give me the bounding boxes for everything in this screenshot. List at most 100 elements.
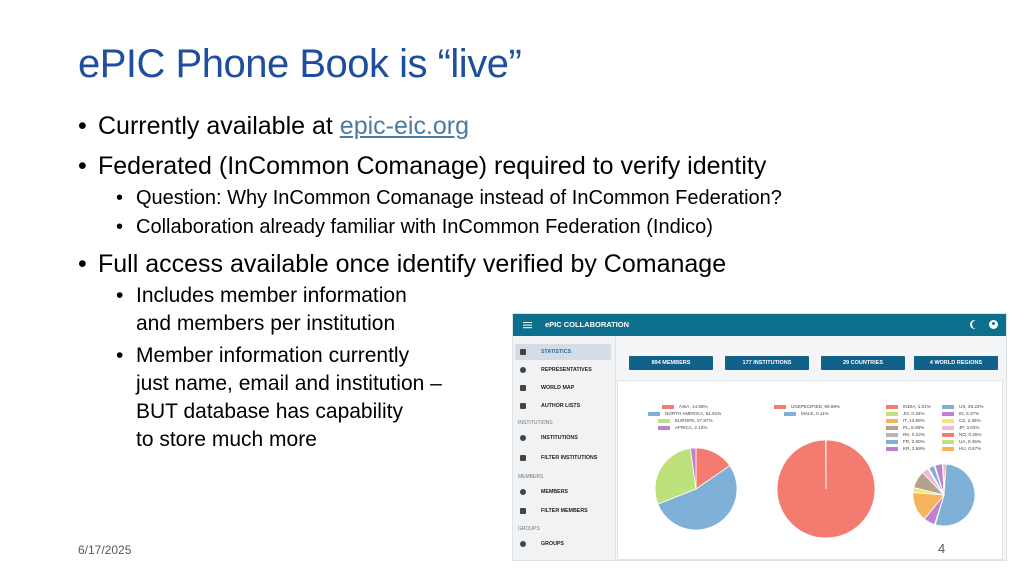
swatch [942, 446, 954, 451]
sidebar-item-institutions[interactable]: INSTITUTIONS [515, 430, 611, 446]
legend-label: IN, 5.37% [959, 411, 980, 416]
legend-entry: JO, 0.34% [886, 410, 931, 417]
legend-label: HU, 0.67% [959, 446, 982, 451]
sidebar-item-filter-institutions[interactable]: FILTER INSTITUTIONS [515, 450, 611, 466]
swatch [886, 418, 898, 423]
dark-mode-icon[interactable] [972, 320, 981, 329]
sidebar-item-statistics[interactable]: STATISTICS [515, 344, 611, 360]
legend-entry: RK, 0.22% [886, 431, 931, 438]
bullet-federated: Federated (InCommon Comanage) required t… [78, 148, 978, 184]
swatch [662, 404, 674, 409]
legend-label: AFRICA, 2.13% [675, 425, 708, 430]
list-icon [520, 403, 526, 409]
legend-entry: MALE, 0.11% [774, 410, 840, 417]
slide-date: 6/17/2025 [78, 543, 132, 557]
legend-label: INDIA, 1.01% [903, 404, 931, 409]
app-title: ePIC COLLABORATION [545, 320, 630, 329]
legend-entry: NO, 0.45% [942, 431, 984, 438]
legend-gender: UNSPECIFIED, 99.89% MALE, 0.11% [774, 403, 840, 417]
swatch [886, 411, 898, 416]
filter-list-icon [520, 508, 526, 514]
sidebar-section-institutions: INSTITUTIONS [518, 420, 553, 426]
legend-entry: NORTH AMERICA, 51.91% [648, 410, 721, 417]
bullet-text: Currently available at [98, 112, 340, 140]
sub-bullet-indico: Collaboration already familiar with InCo… [78, 213, 978, 242]
globe-icon [520, 435, 526, 441]
swatch [886, 404, 898, 409]
line: Includes member information [136, 284, 407, 307]
swatch [942, 411, 954, 416]
stat-card-countries[interactable]: 29 COUNTRIES [821, 356, 905, 370]
statistics-panel: ASIA, 14.88% NORTH AMERICA, 51.91% EUROP… [617, 380, 1003, 560]
legend-entry: UNSPECIFIED, 99.89% [774, 403, 840, 410]
stat-card-regions[interactable]: 4 WORLD REGIONS [914, 356, 998, 370]
legend-entry: KR, 3.58% [886, 445, 931, 452]
sub-bullet-question: Question: Why InCommon Comanage instead … [78, 184, 978, 213]
legend-entry: FR, 2.60% [886, 438, 931, 445]
sidebar-item-groups[interactable]: GROUPS [515, 536, 611, 552]
legend-entry: UA, 0.45% [942, 438, 984, 445]
swatch [784, 411, 796, 416]
stat-card-members[interactable]: 894 MEMBERS [629, 356, 713, 370]
legend-countries-col1: INDIA, 1.01% JO, 0.34% IT, 13.88% PL, 8.… [886, 403, 931, 452]
bullet-availability: Currently available at epic-eic.org [78, 108, 978, 144]
sidebar-item-label: FILTER INSTITUTIONS [541, 455, 598, 461]
legend-entry: INDIA, 1.01% [886, 403, 931, 410]
swatch [658, 425, 670, 430]
legend-entry: IN, 5.37% [942, 410, 984, 417]
sidebar-item-label: MEMBERS [541, 489, 569, 495]
sidebar-item-world-map[interactable]: WORLD MAP [515, 380, 611, 396]
pie-chart-regions [654, 447, 738, 531]
app-topbar: ePIC COLLABORATION [513, 314, 1006, 336]
legend-label: JO, 0.34% [903, 411, 925, 416]
legend-label: FR, 2.60% [903, 439, 925, 444]
swatch [942, 425, 954, 430]
chart-icon [520, 349, 526, 355]
sidebar-item-filter-members[interactable]: FILTER MEMBERS [515, 503, 611, 519]
sidebar-item-label: REPRESENTATIVES [541, 367, 592, 373]
legend-entry: EUROPE, 27.87% [648, 417, 721, 424]
account-icon[interactable] [989, 320, 998, 329]
sidebar-section-groups: GROUPS [518, 526, 540, 532]
legend-label: ASIA, 14.88% [679, 404, 708, 409]
people-icon [520, 541, 526, 547]
legend-label: MALE, 0.11% [801, 411, 829, 416]
swatch [942, 404, 954, 409]
slide-title: ePIC Phone Book is “live” [78, 42, 522, 86]
legend-label: KR, 3.58% [903, 446, 925, 451]
sidebar-item-members[interactable]: MEMBERS [515, 484, 611, 500]
legend-entry: IT, 13.88% [886, 417, 931, 424]
legend-entry: PL, 8.08% [886, 424, 931, 431]
epic-eic-link[interactable]: epic-eic.org [340, 112, 469, 140]
legend-label: US, 48.22% [959, 404, 984, 409]
slide-page-number: 4 [938, 541, 946, 556]
legend-label: UA, 0.45% [959, 439, 981, 444]
stat-cards: 894 MEMBERS 177 INSTITUTIONS 29 COUNTRIE… [629, 356, 999, 372]
legend-label: CZ, 2.35% [959, 418, 981, 423]
legend-label: JP, 3.02% [959, 425, 980, 430]
stat-card-institutions[interactable]: 177 INSTITUTIONS [725, 356, 809, 370]
pie-chart-gender [776, 439, 876, 539]
legend-label: RK, 0.22% [903, 432, 925, 437]
legend-entry: JP, 3.02% [942, 424, 984, 431]
legend-label: NO, 0.45% [959, 432, 982, 437]
legend-regions: ASIA, 14.88% NORTH AMERICA, 51.91% EUROP… [648, 403, 721, 431]
sidebar-item-representatives[interactable]: REPRESENTATIVES [515, 362, 611, 378]
bullet-full-access: Full access available once identify veri… [78, 246, 978, 282]
app-screenshot: ePIC COLLABORATION STATISTICS REPRESENTA… [512, 313, 1007, 561]
legend-entry: ASIA, 14.88% [648, 403, 721, 410]
swatch [774, 404, 786, 409]
sidebar-item-label: GROUPS [541, 541, 564, 547]
swatch [942, 439, 954, 444]
sidebar-item-author-lists[interactable]: AUTHOR LISTS [515, 398, 611, 414]
legend-countries-col2: US, 48.22% IN, 5.37% CZ, 2.35% JP, 3.02%… [942, 403, 984, 452]
sidebar-item-label: FILTER MEMBERS [541, 508, 588, 514]
swatch [658, 418, 670, 423]
swatch [886, 425, 898, 430]
swatch [886, 446, 898, 451]
swatch [886, 439, 898, 444]
sidebar-item-label: STATISTICS [541, 349, 572, 355]
menu-icon[interactable] [523, 322, 532, 324]
swatch [942, 432, 954, 437]
legend-label: IT, 13.88% [903, 418, 925, 423]
